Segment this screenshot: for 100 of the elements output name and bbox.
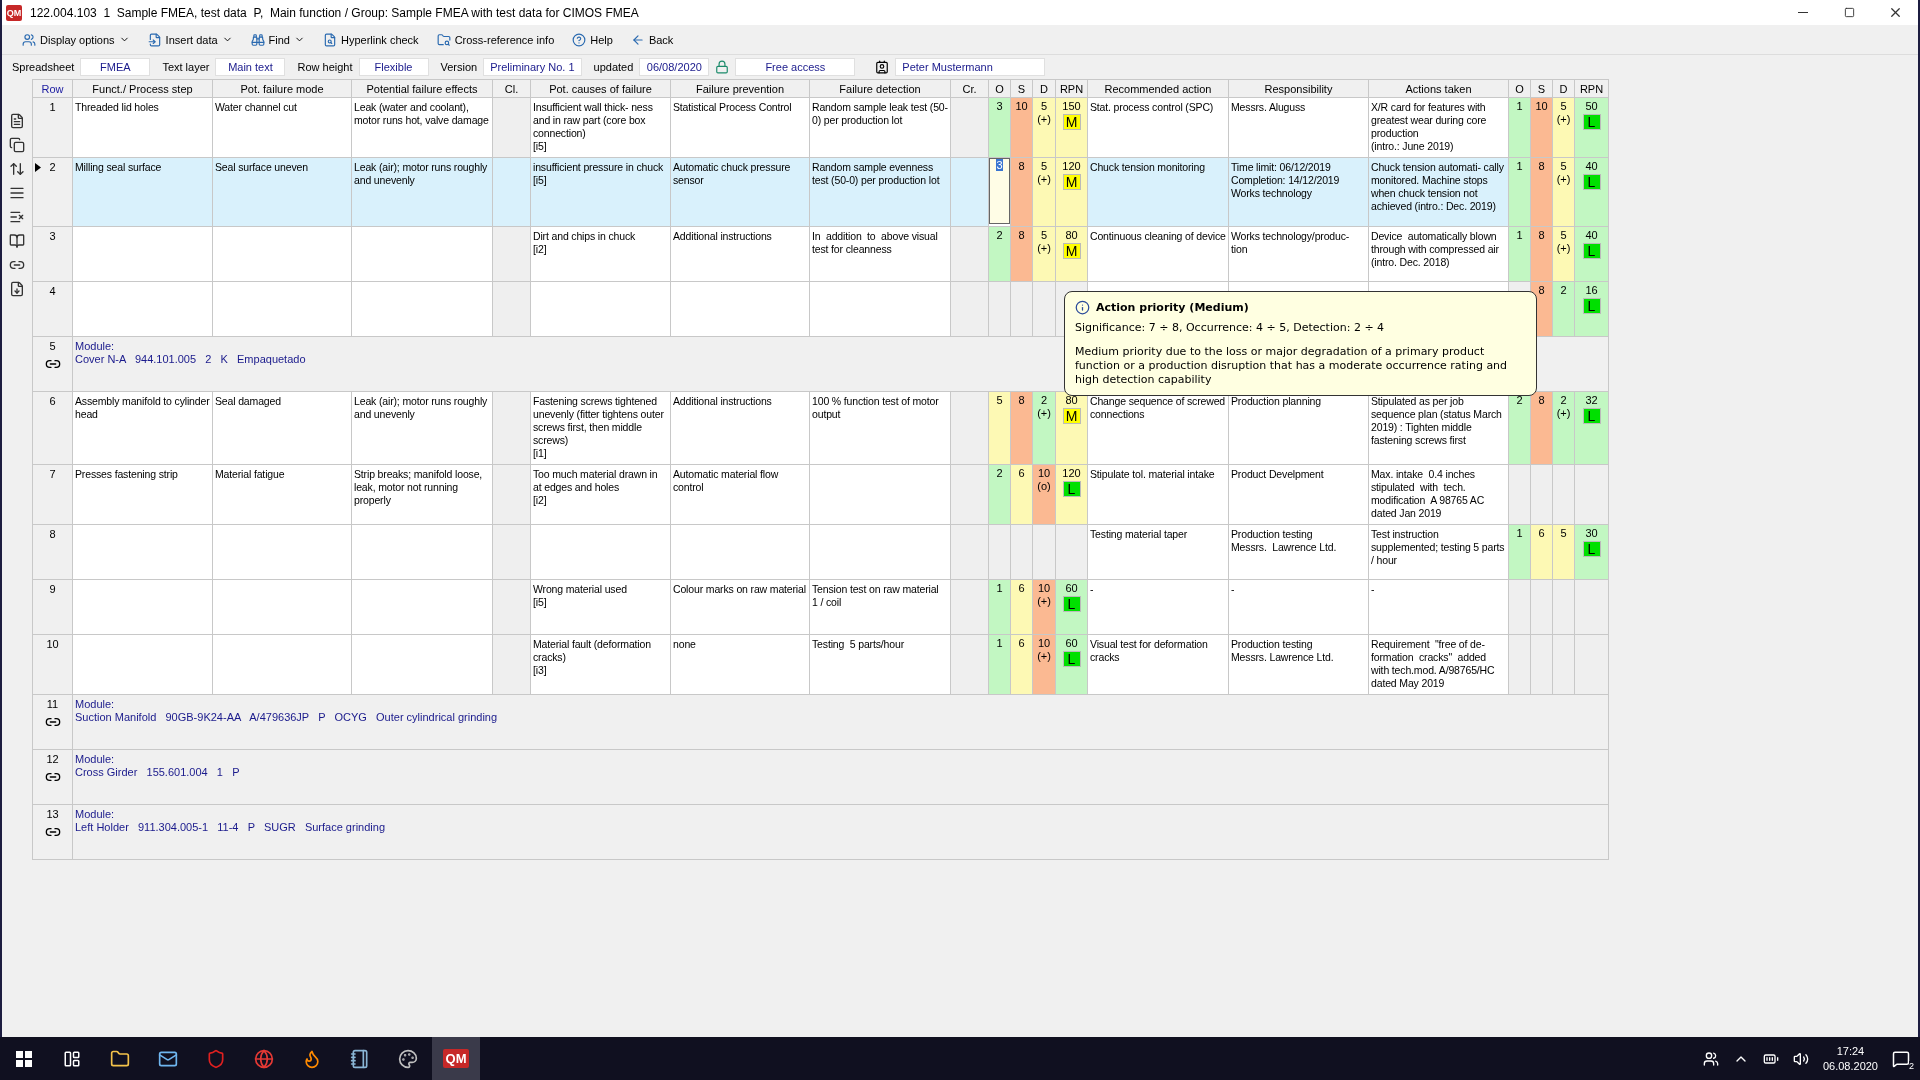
rating-value: 5: [995, 394, 1004, 407]
rating-value: 8: [1017, 394, 1026, 407]
access-value: Free access: [735, 58, 856, 76]
column-header[interactable]: Failure detection: [809, 79, 951, 98]
column-header[interactable]: Recommended action: [1087, 79, 1229, 98]
toolbar-button[interactable]: Help: [566, 29, 619, 50]
side-tool-icon[interactable]: [9, 185, 25, 201]
app-taskbar-icon[interactable]: QM: [442, 1049, 470, 1068]
recommended-action: Stipulate tol. material intake: [1090, 468, 1216, 481]
side-tool-icon[interactable]: [9, 113, 25, 129]
module-details: Suction Manifold 90GB-9K24-AA A/479636JP P OCYG Outer cylindrical grinding: [75, 711, 498, 724]
column-header[interactable]: Potential failure effects: [351, 79, 493, 98]
row-number[interactable]: 4: [32, 281, 73, 337]
clock-date[interactable]: 06.08.2020: [1822, 1058, 1878, 1074]
column-header[interactable]: RPN: [1574, 79, 1609, 98]
rating-value: 8: [1017, 160, 1026, 173]
failure-mode: Water channel cut: [215, 101, 298, 114]
module-label: Module:: [75, 340, 115, 353]
toolbar-button[interactable]: Find: [244, 29, 311, 50]
column-header[interactable]: O: [988, 79, 1011, 98]
row-number[interactable]: 9: [32, 579, 73, 635]
rating-value: 40: [1584, 229, 1599, 242]
lock-icon[interactable]: [715, 60, 730, 74]
notebook-icon[interactable]: [350, 1048, 370, 1069]
column-header[interactable]: S: [1530, 79, 1553, 98]
column-header[interactable]: S: [1010, 79, 1033, 98]
failure-detection: Random sample evenness test (50-0) per production lot: [812, 161, 941, 187]
rating-value: 5: [1559, 100, 1568, 113]
rating-note: (+): [1036, 113, 1052, 126]
rating-value: 16: [1584, 284, 1599, 297]
column-header[interactable]: Funct./ Process step: [72, 79, 213, 98]
column-header[interactable]: Cr.: [950, 79, 989, 98]
task-view-icon[interactable]: [63, 1049, 81, 1068]
windows-logo-icon[interactable]: [16, 1050, 32, 1067]
row-number[interactable]: 6: [32, 391, 73, 465]
tooltip-title: Action priority (Medium): [1096, 300, 1249, 315]
toolbar-icon: [147, 32, 162, 47]
side-tool-icon[interactable]: [9, 281, 25, 297]
priority-badge: L: [1582, 298, 1601, 314]
column-header[interactable]: D: [1032, 79, 1056, 98]
column-header[interactable]: Responsibility: [1228, 79, 1369, 98]
setting-value[interactable]: Preliminary No. 1: [483, 58, 582, 76]
column-header[interactable]: O: [1508, 79, 1531, 98]
side-tool-icon[interactable]: [9, 233, 25, 249]
rating-value: 2: [995, 467, 1004, 480]
row-number[interactable]: 7: [32, 464, 73, 525]
responsibility: Production planning: [1231, 395, 1322, 408]
people-icon[interactable]: [1702, 1050, 1719, 1067]
setting-value[interactable]: FMEA: [80, 58, 151, 76]
row-number[interactable]: 10: [32, 634, 73, 695]
toolbar-icon: [250, 32, 265, 47]
clock-time[interactable]: 17:24: [1836, 1043, 1865, 1059]
folder-icon[interactable]: [110, 1048, 130, 1069]
row-number[interactable]: 8: [32, 524, 73, 580]
toolbar-button[interactable]: Back: [624, 29, 680, 50]
row-number[interactable]: 1: [32, 97, 73, 158]
column-header[interactable]: Row: [32, 79, 73, 98]
rating-value: 5: [1559, 229, 1568, 242]
failure-prevention: none: [673, 638, 697, 651]
rating-note: (+): [1555, 113, 1572, 126]
rating-note: (o): [1036, 480, 1052, 493]
row-number: 13: [45, 808, 60, 820]
toolbar-button[interactable]: Cross-reference info: [430, 29, 561, 50]
failure-prevention: Statistical Process Control: [673, 101, 793, 114]
globe-icon[interactable]: [254, 1048, 274, 1069]
rating-value: 2: [1559, 394, 1568, 407]
column-header[interactable]: Failure prevention: [670, 79, 810, 98]
column-header[interactable]: Cl.: [492, 79, 531, 98]
side-tool-icon[interactable]: [9, 209, 25, 225]
shield-icon[interactable]: [206, 1048, 226, 1069]
focused-cell[interactable]: 3: [989, 158, 1010, 224]
row-number[interactable]: 2: [32, 157, 73, 227]
failure-prevention: Additional instructions: [673, 395, 773, 408]
responsibility: Production testing Messrs. Lawrence Ltd.: [1231, 528, 1338, 554]
rating-value: 2: [1559, 284, 1568, 297]
column-header[interactable]: RPN: [1055, 79, 1088, 98]
column-header[interactable]: D: [1552, 79, 1575, 98]
rating-note: (+): [1036, 173, 1052, 186]
failure-mode: Material fatigue: [215, 468, 286, 481]
setting-label: Text layer: [162, 61, 210, 73]
toolbar-button[interactable]: Hyperlink check: [317, 29, 425, 50]
rating-value: 1: [995, 582, 1004, 595]
setting-label: Version: [440, 61, 478, 73]
side-tool-icon[interactable]: [9, 137, 25, 153]
column-header[interactable]: Actions taken: [1368, 79, 1509, 98]
palette-icon[interactable]: [398, 1048, 418, 1069]
notifications-icon[interactable]: [1892, 1049, 1910, 1068]
row-number[interactable]: 3: [32, 226, 73, 282]
column-header[interactable]: Pot. failure mode: [212, 79, 352, 98]
side-tool-icon[interactable]: [9, 161, 25, 177]
toolbar-button[interactable]: Display options: [16, 29, 136, 50]
volume-icon[interactable]: [1792, 1050, 1809, 1067]
setting-value[interactable]: 06/08/2020: [639, 58, 710, 76]
toolbar-button[interactable]: Insert data: [141, 29, 239, 50]
setting-value[interactable]: Flexible: [358, 58, 429, 76]
setting-value[interactable]: Main text: [215, 58, 286, 76]
column-header[interactable]: Pot. causes of failure: [530, 79, 671, 98]
recommended-action: Visual test for deformation cracks: [1090, 638, 1209, 664]
flame-icon[interactable]: [302, 1048, 322, 1069]
rating-value: 10: [1036, 467, 1052, 480]
